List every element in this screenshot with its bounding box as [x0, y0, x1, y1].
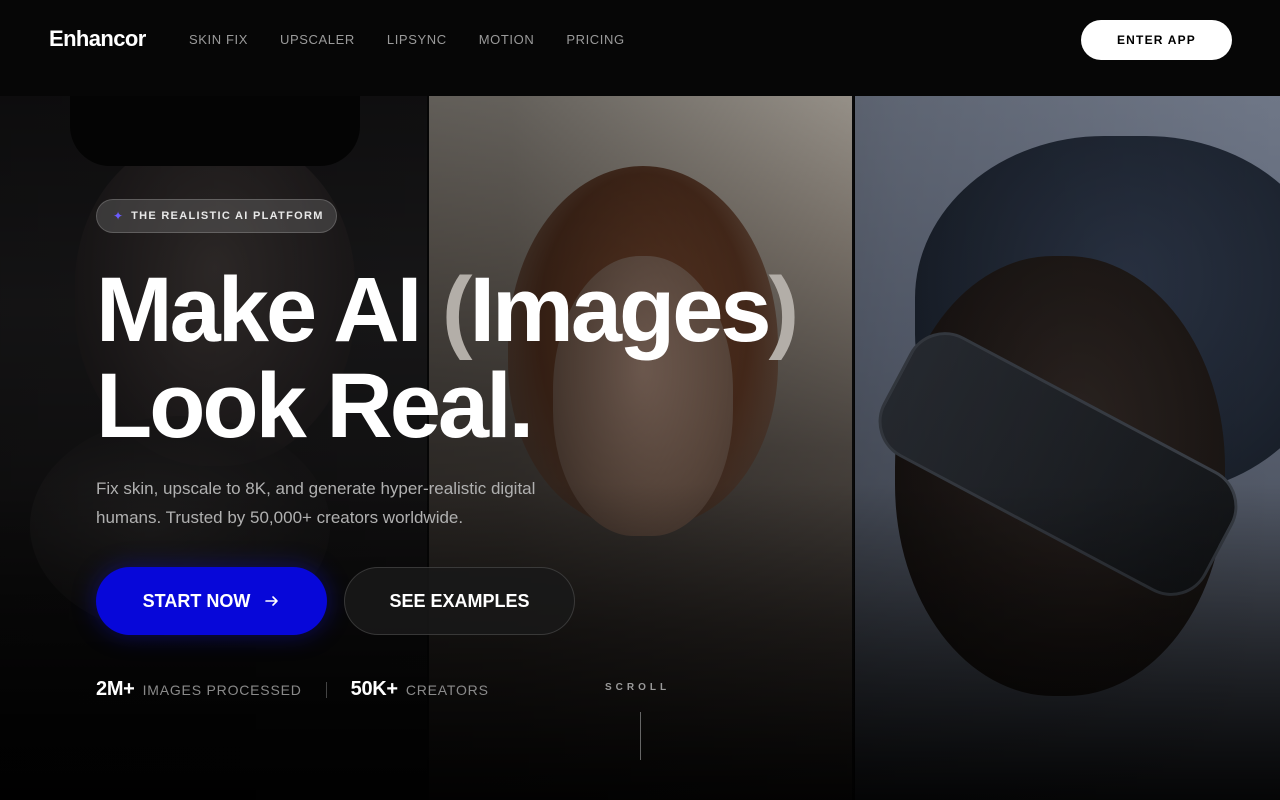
main-nav: SKIN FIX UPSCALER LIPSYNC MOTION PRICING [189, 32, 625, 47]
enter-app-button[interactable]: ENTER APP [1081, 20, 1232, 60]
headline-part1: Make AI [96, 259, 442, 361]
site-header: Enhancor SKIN FIX UPSCALER LIPSYNC MOTIO… [0, 0, 1280, 96]
hero-subtext: Fix skin, upscale to 8K, and generate hy… [96, 479, 536, 527]
stat-creators-value: 50K+ [350, 678, 398, 700]
start-now-label: START NOW [142, 590, 251, 611]
tagline-badge: ✦ THE REALISTIC AI PLATFORM [96, 199, 337, 233]
see-examples-button[interactable]: SEE EXAMPLES [344, 567, 575, 635]
headline-close-paren: ) [768, 259, 800, 361]
sparkle-icon: ✦ [113, 209, 124, 223]
logo[interactable]: Enhancor [49, 26, 146, 52]
badge-text: THE REALISTIC AI PLATFORM [131, 210, 324, 222]
nav-pricing[interactable]: PRICING [566, 32, 624, 47]
stats-row: 2M+ IMAGES PROCESSED 50K+ CREATORS [96, 678, 489, 701]
nav-motion[interactable]: MOTION [479, 32, 535, 47]
nav-upscaler[interactable]: UPSCALER [280, 32, 355, 47]
start-now-button[interactable]: START NOW [96, 567, 327, 635]
stat-creators-label: CREATORS [405, 681, 489, 698]
headline-open-paren: ( [441, 259, 473, 361]
headline-word: Images [469, 259, 771, 361]
nav-lipsync[interactable]: LIPSYNC [387, 32, 447, 47]
nav-skin-fix[interactable]: SKIN FIX [189, 32, 248, 47]
scroll-indicator-line [640, 712, 641, 760]
stat-images-label: IMAGES PROCESSED [142, 681, 302, 698]
hero-headline: Make AI (Images) Look Real. [96, 259, 800, 457]
stat-images-value: 2M+ [96, 678, 135, 700]
stat-divider [325, 681, 327, 698]
headline-line2: Look Real. [96, 355, 534, 457]
scroll-indicator-label: SCROLL [605, 682, 671, 693]
arrow-right-icon [265, 596, 279, 606]
